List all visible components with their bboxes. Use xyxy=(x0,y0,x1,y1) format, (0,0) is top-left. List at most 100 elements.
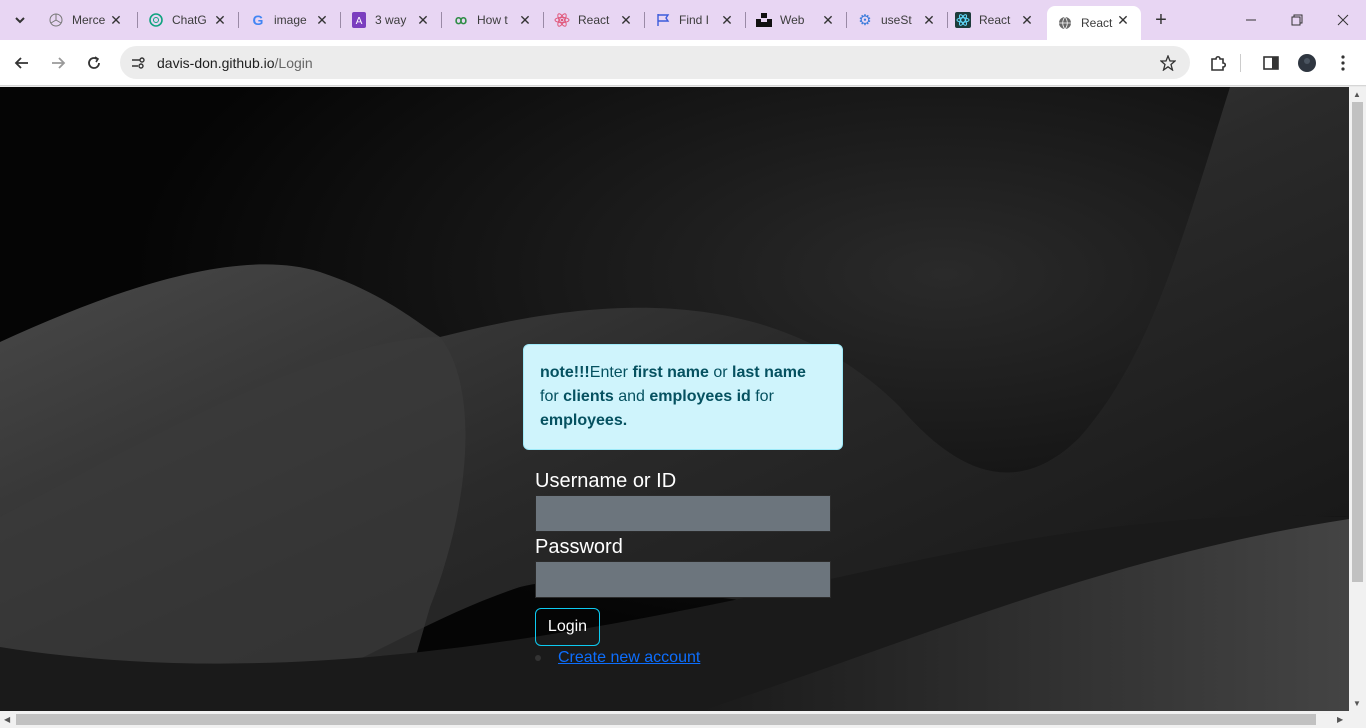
close-icon[interactable]: ✕ xyxy=(212,12,228,28)
scroll-right-icon[interactable]: ▶ xyxy=(1337,715,1343,724)
tab-title: ChatG xyxy=(172,13,207,27)
puzzle-icon xyxy=(1211,55,1227,71)
username-label: Username or ID xyxy=(535,470,677,492)
extensions-button[interactable] xyxy=(1205,50,1231,76)
tab-3[interactable]: G image ✕ xyxy=(240,6,340,34)
globe-icon xyxy=(1057,15,1073,31)
tab-title: How t xyxy=(477,13,508,27)
tab-11-active[interactable]: React ✕ xyxy=(1047,6,1141,40)
avatar-icon xyxy=(1298,54,1316,72)
page-viewport: note!!!Enter first name or last name for… xyxy=(0,87,1349,711)
close-icon[interactable]: ✕ xyxy=(415,12,431,28)
close-icon[interactable]: ✕ xyxy=(921,12,937,28)
browser-toolbar: davis-don.github.io/Login xyxy=(0,40,1366,86)
gear-icon: ⚙ xyxy=(858,12,872,29)
scroll-up-icon[interactable]: ▲ xyxy=(1353,90,1361,99)
note-bold: clients xyxy=(563,388,614,405)
back-arrow-icon xyxy=(14,57,28,69)
list-bullet xyxy=(535,655,541,661)
site-info-icon[interactable] xyxy=(128,53,148,73)
address-bar[interactable]: davis-don.github.io/Login xyxy=(120,46,1190,79)
scroll-down-icon[interactable]: ▼ xyxy=(1353,699,1361,708)
forward-arrow-icon xyxy=(52,57,66,69)
password-label: Password xyxy=(535,536,623,558)
forward-button[interactable] xyxy=(45,50,71,76)
close-icon[interactable]: ✕ xyxy=(517,12,533,28)
tab-title: Merce xyxy=(72,13,106,27)
close-icon[interactable]: ✕ xyxy=(1115,12,1131,28)
create-account-link[interactable]: Create new account xyxy=(558,649,700,667)
url-text: davis-don.github.io/Login xyxy=(157,55,313,71)
note-bold: employees. xyxy=(540,412,628,429)
scroll-left-icon[interactable]: ◀ xyxy=(4,715,10,724)
back-button[interactable] xyxy=(9,50,35,76)
tab-search-button[interactable] xyxy=(6,8,34,32)
note-prefix: note!!! xyxy=(540,364,590,381)
note-bold: last name xyxy=(732,364,806,381)
tab-7[interactable]: Find I ✕ xyxy=(645,6,745,34)
tab-2[interactable]: ChatG ✕ xyxy=(138,6,238,34)
reload-button[interactable] xyxy=(81,50,107,76)
note-text: or xyxy=(708,364,733,381)
chatgpt-icon xyxy=(148,12,164,28)
close-icon[interactable]: ✕ xyxy=(618,12,634,28)
note-text: and xyxy=(613,388,650,405)
chevron-down-icon xyxy=(15,17,25,24)
tab-title: useSt xyxy=(881,13,912,27)
react-icon xyxy=(554,12,570,28)
tab-title: React xyxy=(979,13,1011,27)
svg-text:A: A xyxy=(356,16,363,27)
reload-icon xyxy=(88,56,100,69)
tab-title: image xyxy=(274,13,307,27)
tab-8[interactable]: Web ✕ xyxy=(746,6,846,34)
tab-5[interactable]: ꝏ How t ✕ xyxy=(443,6,543,34)
mercedes-icon xyxy=(48,12,64,28)
google-icon: G xyxy=(252,12,264,28)
tab-9[interactable]: ⚙ useSt ✕ xyxy=(847,6,947,34)
new-tab-button[interactable]: + xyxy=(1150,9,1172,31)
tab-1[interactable]: Merce ✕ xyxy=(38,6,134,34)
horizontal-scroll-thumb[interactable] xyxy=(16,714,1316,725)
close-icon[interactable]: ✕ xyxy=(719,12,735,28)
gfg-icon: ꝏ xyxy=(454,13,468,27)
bookmark-star-icon[interactable] xyxy=(1158,53,1178,73)
tab-10[interactable]: React ✕ xyxy=(945,6,1045,34)
restore-button[interactable] xyxy=(1274,0,1320,40)
note-text: for xyxy=(750,388,774,405)
close-icon[interactable]: ✕ xyxy=(820,12,836,28)
tab-title: Web xyxy=(780,13,805,27)
note-bold: first name xyxy=(632,364,709,381)
close-icon[interactable]: ✕ xyxy=(314,12,330,28)
info-alert: note!!!Enter first name or last name for… xyxy=(523,344,843,450)
minimize-button[interactable] xyxy=(1228,0,1274,40)
close-icon[interactable]: ✕ xyxy=(108,12,124,28)
tab-title: React xyxy=(1081,16,1113,30)
url-path: /Login xyxy=(274,55,313,71)
tab-strip: Merce ✕ ChatG ✕ G image ✕ A 3 way ✕ ꝏ Ho… xyxy=(0,0,1366,40)
minimize-icon xyxy=(1246,19,1256,21)
profile-avatar[interactable] xyxy=(1294,50,1320,76)
tab-4[interactable]: A 3 way ✕ xyxy=(341,6,441,34)
kebab-menu-icon xyxy=(1341,55,1345,71)
purple-a-icon: A xyxy=(351,12,367,28)
note-bold: employees id xyxy=(649,388,751,405)
tab-title: React xyxy=(578,13,610,27)
tab-title: Find I xyxy=(679,13,710,27)
tab-6[interactable]: React ✕ xyxy=(544,6,644,34)
close-icon[interactable]: ✕ xyxy=(1019,12,1035,28)
note-text: for xyxy=(540,388,564,405)
vertical-scroll-thumb[interactable] xyxy=(1352,102,1363,582)
close-icon xyxy=(1337,14,1349,26)
side-panel-icon xyxy=(1263,56,1279,70)
url-host: davis-don.github.io xyxy=(157,55,275,71)
close-window-button[interactable] xyxy=(1320,0,1366,40)
login-button[interactable]: Login xyxy=(535,608,600,646)
side-panel-button[interactable] xyxy=(1258,50,1284,76)
note-text: Enter xyxy=(589,364,633,381)
unsplash-icon xyxy=(756,12,772,28)
username-input[interactable] xyxy=(535,495,831,532)
flag-icon xyxy=(655,12,671,28)
restore-icon xyxy=(1291,14,1303,26)
menu-button[interactable] xyxy=(1330,50,1356,76)
password-input[interactable] xyxy=(535,561,831,598)
